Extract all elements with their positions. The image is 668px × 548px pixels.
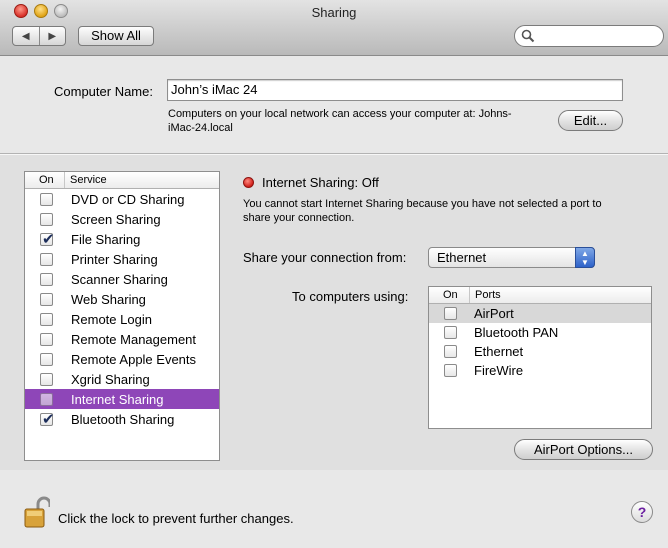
service-label: Screen Sharing [71, 211, 161, 227]
window-title: Sharing [311, 5, 357, 20]
service-label: File Sharing [71, 231, 141, 247]
search-icon [521, 29, 535, 43]
service-label: Scanner Sharing [71, 271, 168, 287]
service-label: Remote Management [71, 331, 197, 347]
internet-sharing-status: Internet Sharing: Off [262, 175, 379, 190]
back-button[interactable]: ◀ [13, 27, 39, 45]
port-checkbox[interactable] [444, 345, 457, 358]
service-checkbox[interactable] [40, 392, 53, 406]
service-checkbox[interactable] [40, 312, 53, 326]
service-row[interactable]: Remote Login [25, 309, 219, 329]
checkmark-icon: ✔ [42, 410, 55, 428]
service-checkbox[interactable] [40, 212, 53, 226]
service-checkbox[interactable]: ✔ [40, 410, 55, 428]
search-field[interactable] [514, 25, 664, 47]
port-label: FireWire [474, 363, 524, 378]
service-checkbox[interactable] [40, 192, 53, 206]
to-computers-label: To computers using: [292, 289, 409, 304]
show-all-button[interactable]: Show All [78, 26, 154, 46]
port-checkbox[interactable] [444, 307, 457, 320]
sharing-message-line2: share your connection. [243, 212, 355, 224]
service-row[interactable]: ✔ Bluetooth Sharing [25, 409, 219, 429]
service-label: Printer Sharing [71, 251, 158, 267]
port-label: Ethernet [474, 344, 524, 359]
on-column-header[interactable]: On [25, 172, 65, 188]
ports-list: On Ports AirPort Bluetooth PAN Ethernet Fir… [428, 286, 652, 429]
computer-address-line2: iMac-24.local [168, 122, 233, 134]
port-row[interactable]: Ethernet [429, 342, 651, 361]
help-button[interactable]: ? [631, 501, 653, 523]
service-row[interactable]: Screen Sharing [25, 209, 219, 229]
service-label: Xgrid Sharing [71, 371, 150, 387]
service-checkbox[interactable]: ✔ [40, 230, 55, 248]
port-row[interactable]: AirPort [429, 304, 651, 323]
service-row[interactable]: Remote Apple Events [25, 349, 219, 369]
computer-name-section [4, 57, 668, 153]
service-checkbox[interactable] [40, 352, 53, 366]
service-row[interactable]: ✔ File Sharing [25, 229, 219, 249]
sharing-message-line1: You cannot start Internet Sharing becaus… [243, 198, 602, 210]
port-label: Bluetooth PAN [474, 325, 559, 340]
status-indicator-icon [243, 177, 254, 188]
service-list-header: On Service [25, 172, 219, 189]
share-from-value: Ethernet [437, 250, 487, 265]
service-label: Bluetooth Sharing [71, 411, 175, 427]
port-row[interactable]: Bluetooth PAN [429, 323, 651, 342]
service-row[interactable]: Scanner Sharing [25, 269, 219, 289]
window-toolbar: Sharing ◀ ▶ Show All [0, 0, 668, 56]
lock-message: Click the lock to prevent further change… [58, 511, 294, 526]
port-checkbox[interactable] [444, 364, 457, 377]
ports-list-header: On Ports [429, 287, 651, 304]
footer [0, 470, 668, 548]
service-label: Internet Sharing [71, 391, 164, 407]
service-checkbox[interactable] [40, 252, 53, 266]
service-row[interactable]: Internet Sharing [25, 389, 219, 409]
service-checkbox[interactable] [40, 332, 53, 346]
port-label: AirPort [474, 306, 514, 321]
service-row[interactable]: Remote Management [25, 329, 219, 349]
service-checkbox[interactable] [40, 272, 53, 286]
service-row[interactable]: Xgrid Sharing [25, 369, 219, 389]
service-label: Remote Apple Events [71, 351, 197, 367]
share-from-popup[interactable]: Ethernet ▲ ▼ [428, 247, 595, 268]
service-list: On Service DVD or CD Sharing Screen Shari… [24, 171, 220, 461]
port-checkbox[interactable] [444, 326, 457, 339]
service-label: Remote Login [71, 311, 152, 327]
service-row[interactable]: DVD or CD Sharing [25, 189, 219, 209]
service-label: DVD or CD Sharing [71, 191, 185, 207]
airport-options-button[interactable]: AirPort Options... [514, 439, 653, 460]
computer-name-label: Computer Name: [54, 84, 153, 99]
service-checkbox[interactable] [40, 372, 53, 386]
lock-icon[interactable] [24, 496, 50, 530]
ports-column-header[interactable]: Ports [470, 287, 501, 303]
port-row[interactable]: FireWire [429, 361, 651, 380]
service-row[interactable]: Web Sharing [25, 289, 219, 309]
computer-address-line1: Computers on your local network can acce… [168, 108, 512, 120]
share-from-label: Share your connection from: [243, 250, 407, 265]
computer-name-field[interactable]: John’s iMac 24 [167, 79, 623, 101]
service-label: Web Sharing [71, 291, 146, 307]
forward-button[interactable]: ▶ [38, 27, 66, 45]
service-column-header[interactable]: Service [65, 172, 107, 188]
back-forward-control: ◀ ▶ [12, 26, 66, 46]
popup-arrows-icon: ▲ ▼ [575, 247, 595, 268]
ports-on-column-header[interactable]: On [429, 287, 470, 303]
checkmark-icon: ✔ [42, 230, 55, 248]
service-row[interactable]: Printer Sharing [25, 249, 219, 269]
service-checkbox[interactable] [40, 292, 53, 306]
edit-button[interactable]: Edit... [558, 110, 623, 131]
